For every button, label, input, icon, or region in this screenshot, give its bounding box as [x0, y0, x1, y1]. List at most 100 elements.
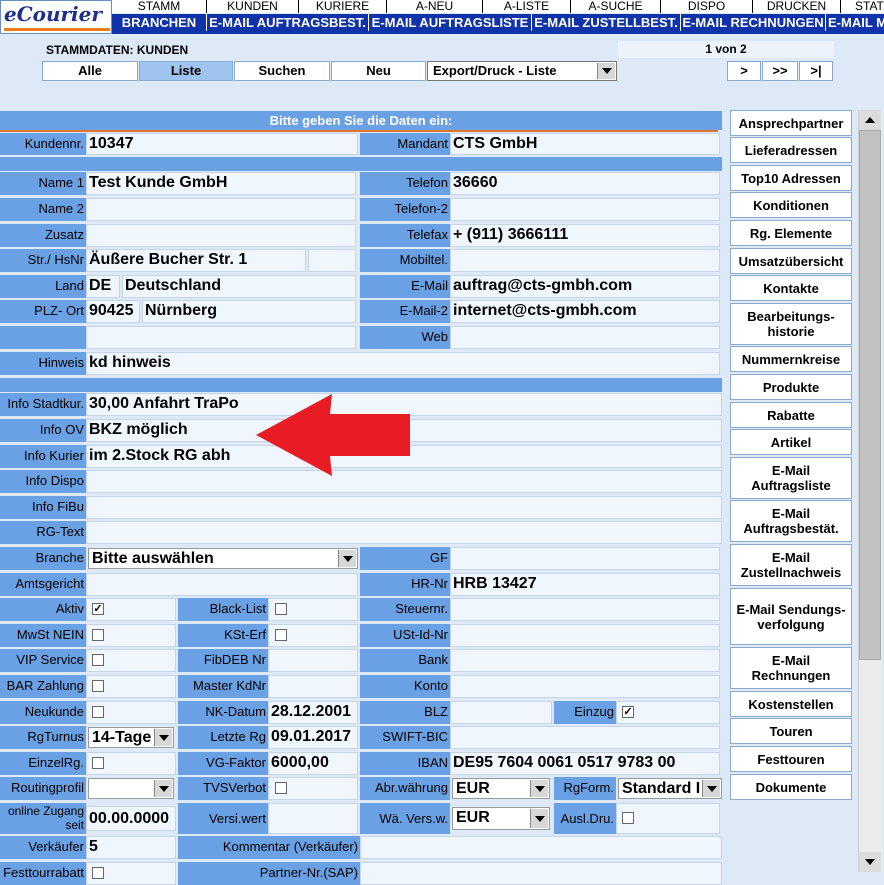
name2-field[interactable] [86, 198, 356, 221]
fast-forward-button[interactable]: >> [762, 61, 798, 81]
nav-dispo[interactable]: DISPO [661, 0, 753, 13]
side-konditionen[interactable]: Konditionen [730, 192, 852, 218]
nav-drucken[interactable]: DRUCKEN [753, 0, 841, 13]
ust-id-field[interactable] [450, 624, 720, 647]
telefon-field[interactable]: 36660 [450, 172, 720, 195]
land-name-field[interactable]: Deutschland [122, 275, 356, 298]
scrollbar-thumb[interactable] [859, 130, 881, 660]
nav-email-rechnungen[interactable]: E-MAIL RECHNUNGEN [681, 14, 826, 31]
bank-field[interactable] [450, 649, 720, 672]
master-kdnr-field[interactable] [268, 675, 358, 698]
side-touren[interactable]: Touren [730, 718, 852, 744]
rg-text-field[interactable] [86, 521, 722, 544]
telefon2-field[interactable] [450, 198, 720, 221]
einzug-checkbox[interactable]: ✓ [622, 706, 634, 718]
nav-branchen[interactable]: BRANCHEN [112, 14, 207, 31]
amtsgericht-field[interactable] [86, 573, 358, 596]
side-top10-adressen[interactable]: Top10 Adressen [730, 165, 852, 191]
nav-email-zustellbest[interactable]: E-MAIL ZUSTELLBEST. [532, 14, 681, 31]
hausnr-field[interactable] [308, 249, 356, 272]
mobil-field[interactable] [450, 249, 720, 272]
aktiv-checkbox[interactable]: ✓ [92, 603, 104, 615]
vg-faktor-field[interactable]: 6000,00 [268, 752, 358, 775]
mandant-field[interactable]: CTS GmbH [450, 133, 720, 155]
zusatz-field[interactable] [86, 224, 356, 247]
branche-select[interactable]: Bitte auswählen [88, 548, 358, 569]
strasse-field[interactable]: Äußere Bucher Str. 1 [86, 249, 306, 272]
side-dokumente[interactable]: Dokumente [730, 774, 852, 800]
export-druck-select[interactable]: Export/Druck - Liste [427, 61, 617, 81]
vip-checkbox[interactable] [92, 654, 104, 666]
letzte-rg-field[interactable]: 09.01.2017 [268, 726, 358, 749]
tvsverbot-checkbox[interactable] [275, 782, 287, 794]
swift-bic-field[interactable] [450, 726, 720, 749]
email2-field[interactable]: internet@cts-gmbh.com [450, 300, 720, 323]
rgturnus-select[interactable]: 14-Tage [88, 727, 174, 748]
partner-nr-field[interactable] [360, 862, 722, 885]
nav-kuriere[interactable]: KURIERE [299, 0, 387, 13]
side-email-auftragsliste[interactable]: E-Mail Auftragsliste [730, 457, 852, 499]
versi-wert-field[interactable] [268, 803, 358, 834]
next-page-button[interactable]: > [727, 61, 761, 81]
bar-checkbox[interactable] [92, 680, 104, 692]
neukunde-checkbox[interactable] [92, 706, 104, 718]
plz-field[interactable]: 90425 [86, 300, 140, 323]
neu-button[interactable]: Neu [331, 61, 426, 81]
iban-field[interactable]: DE95 7604 0061 0517 9783 00 [450, 752, 720, 775]
kst-erf-checkbox[interactable] [275, 629, 287, 641]
name1-field[interactable]: Test Kunde GmbH [86, 172, 356, 195]
kundennr-field[interactable]: 10347 [86, 133, 358, 155]
ort-field[interactable]: Nürnberg [142, 300, 356, 323]
rgform-select[interactable]: Standard I [618, 778, 722, 799]
side-email-auftragsbestaet[interactable]: E-Mail Auftragsbestät. [730, 500, 852, 542]
hr-nr-field[interactable]: HRB 13427 [450, 573, 720, 596]
side-festtouren[interactable]: Festtouren [730, 746, 852, 772]
side-lieferadressen[interactable]: Lieferadressen [730, 137, 852, 163]
last-page-button[interactable]: >| [799, 61, 833, 81]
web-field[interactable] [450, 326, 720, 349]
abr-waehrung-select[interactable]: EUR [452, 778, 550, 799]
side-rg-elemente[interactable]: Rg. Elemente [730, 220, 852, 246]
steuernr-field[interactable] [450, 598, 720, 621]
side-email-sendungsverfolgung[interactable]: E-Mail Sendungs- verfolgung [730, 588, 852, 645]
hinweis-field[interactable]: kd hinweis [86, 352, 720, 375]
mwst-checkbox[interactable] [92, 629, 104, 641]
verkaeufer-field[interactable]: 5 [86, 836, 176, 859]
nav-email-auftragsliste[interactable]: E-MAIL AUFTRAGSLISTE [369, 14, 532, 31]
online-zugang-field[interactable]: 00.00.0000 [86, 806, 176, 831]
extra-field[interactable] [86, 326, 356, 349]
nav-a-suche[interactable]: A-SUCHE [571, 0, 661, 13]
side-umsatzuebersicht[interactable]: Umsatzübersicht [730, 248, 852, 274]
nav-email-auftragsbest[interactable]: E-MAIL AUFTRAGSBEST. [207, 14, 369, 31]
email-field[interactable]: auftrag@cts-gmbh.com [450, 275, 720, 298]
nav-stat[interactable]: STAT [841, 0, 884, 13]
fibdeb-field[interactable] [268, 649, 358, 672]
telefax-field[interactable]: + (911) 3666111 [450, 224, 720, 247]
wae-vers-select[interactable]: EUR [452, 807, 550, 830]
nav-a-neu[interactable]: A-NEU [387, 0, 483, 13]
einzelrg-checkbox[interactable] [92, 757, 104, 769]
suchen-button[interactable]: Suchen [234, 61, 330, 81]
nk-datum-field[interactable]: 28.12.2001 [268, 701, 358, 724]
side-email-rechnungen[interactable]: E-Mail Rechnungen [730, 647, 852, 689]
gf-field[interactable] [450, 547, 720, 570]
side-produkte[interactable]: Produkte [730, 374, 852, 400]
side-rabatte[interactable]: Rabatte [730, 402, 852, 428]
side-ansprechpartner[interactable]: Ansprechpartner [730, 110, 852, 136]
side-nummernkreise[interactable]: Nummernkreise [730, 346, 852, 372]
liste-button[interactable]: Liste [139, 61, 233, 81]
side-artikel[interactable]: Artikel [730, 429, 852, 455]
info-fibu-field[interactable] [86, 496, 722, 519]
nav-email-m[interactable]: E-MAIL M [826, 14, 884, 31]
nav-a-liste[interactable]: A-LISTE [483, 0, 571, 13]
kommentar-field[interactable] [360, 836, 722, 859]
nav-stamm[interactable]: STAMM [112, 0, 207, 13]
festtourrabatt-checkbox[interactable] [92, 867, 104, 879]
routingprofil-select[interactable] [88, 778, 174, 799]
side-bearbeitungshistorie[interactable]: Bearbeitungs- historie [730, 303, 852, 345]
black-list-checkbox[interactable] [275, 603, 287, 615]
nav-kunden[interactable]: KUNDEN [207, 0, 299, 13]
blz-field[interactable] [450, 701, 552, 724]
konto-field[interactable] [450, 675, 720, 698]
scroll-up-button[interactable] [859, 110, 881, 130]
